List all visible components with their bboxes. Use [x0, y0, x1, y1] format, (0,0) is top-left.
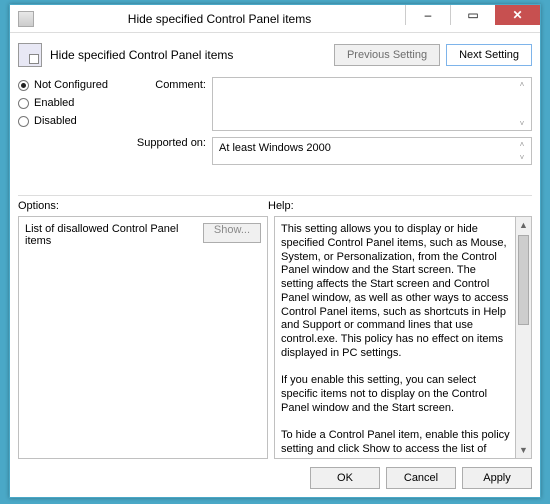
scroll-down-icon[interactable]: ▼	[516, 442, 531, 458]
state-radio-group: Not Configured Enabled Disabled	[18, 77, 136, 187]
app-icon	[18, 11, 34, 27]
previous-setting-button[interactable]: Previous Setting	[334, 44, 440, 66]
help-section-label: Help:	[268, 200, 532, 212]
radio-icon	[18, 98, 29, 109]
apply-button[interactable]: Apply	[462, 467, 532, 489]
scroll-icon: ˄˅	[515, 80, 529, 128]
comment-label: Comment:	[136, 77, 206, 131]
next-setting-button[interactable]: Next Setting	[446, 44, 532, 66]
minimize-button[interactable]: –	[405, 5, 450, 25]
scroll-thumb[interactable]	[518, 235, 529, 325]
scroll-track[interactable]	[516, 233, 531, 442]
window-title: Hide specified Control Panel items	[34, 12, 405, 26]
radio-icon	[18, 116, 29, 127]
show-button[interactable]: Show...	[203, 223, 261, 243]
radio-label: Enabled	[34, 97, 74, 109]
radio-not-configured[interactable]: Not Configured	[18, 79, 136, 91]
close-button[interactable]: ✕	[495, 5, 540, 25]
cancel-button[interactable]: Cancel	[386, 467, 456, 489]
options-item-label: List of disallowed Control Panel items	[25, 223, 197, 247]
radio-icon	[18, 80, 29, 91]
radio-label: Not Configured	[34, 79, 108, 91]
radio-disabled[interactable]: Disabled	[18, 115, 136, 127]
radio-label: Disabled	[34, 115, 77, 127]
policy-title: Hide specified Control Panel items	[50, 48, 328, 62]
supported-label: Supported on:	[136, 131, 206, 149]
options-panel: List of disallowed Control Panel items S…	[18, 216, 268, 459]
policy-icon	[18, 43, 42, 67]
titlebar[interactable]: Hide specified Control Panel items – ▭ ✕	[10, 5, 540, 33]
maximize-button[interactable]: ▭	[450, 5, 495, 25]
supported-on-field: At least Windows 2000 ˄˅	[212, 137, 532, 165]
ok-button[interactable]: OK	[310, 467, 380, 489]
comment-textarea[interactable]: ˄˅	[212, 77, 532, 131]
divider	[18, 195, 532, 196]
scroll-up-icon[interactable]: ▲	[516, 217, 531, 233]
policy-editor-window: Hide specified Control Panel items – ▭ ✕…	[9, 4, 541, 498]
help-scrollbar[interactable]: ▲ ▼	[516, 216, 532, 459]
options-section-label: Options:	[18, 200, 268, 212]
scroll-icon: ˄˅	[515, 140, 529, 162]
supported-value: At least Windows 2000	[219, 142, 331, 154]
help-text[interactable]: This setting allows you to display or hi…	[274, 216, 516, 459]
radio-enabled[interactable]: Enabled	[18, 97, 136, 109]
